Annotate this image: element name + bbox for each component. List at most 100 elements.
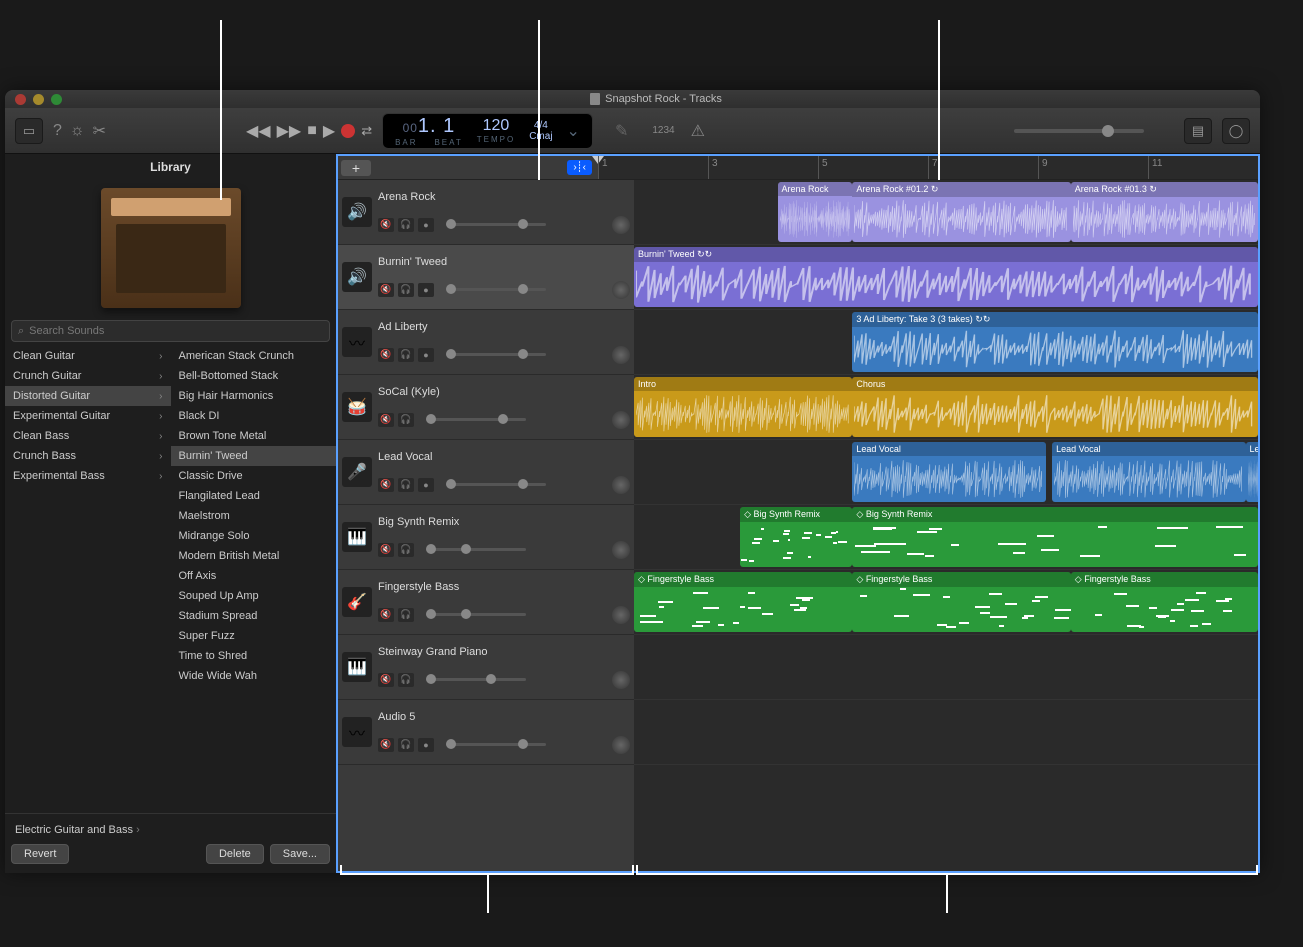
region[interactable]: Burnin' Tweed ↻↻ xyxy=(634,247,1258,307)
track-header[interactable]: 🥁 SoCal (Kyle) 🔇 🎧 .sSoCalKyle::after{le… xyxy=(338,375,634,440)
preset-item[interactable]: American Stack Crunch xyxy=(171,346,337,366)
category-item[interactable]: Crunch Guitar› xyxy=(5,366,171,386)
track-lane[interactable]: 3 Ad Liberty: Take 3 (3 takes) ↻↻ xyxy=(634,310,1258,375)
pan-knob[interactable] xyxy=(612,476,630,494)
region[interactable]: Chorus xyxy=(852,377,1258,437)
track-header[interactable]: 🎸 Fingerstyle Bass 🔇 🎧 .sFingerstyleBass… xyxy=(338,570,634,635)
preset-item[interactable]: Black DI xyxy=(171,406,337,426)
solo-button[interactable]: 🎧 xyxy=(398,413,414,427)
library-toggle-button[interactable]: ▭ xyxy=(15,118,43,144)
record-enable-button[interactable]: ● xyxy=(418,478,434,492)
close-window-icon[interactable] xyxy=(15,94,26,105)
track-volume-slider[interactable]: .sBurninTweed::after{left:72%} xyxy=(446,288,546,291)
stop-button[interactable]: ■ xyxy=(307,122,317,140)
mute-button[interactable]: 🔇 xyxy=(378,218,394,232)
mute-button[interactable]: 🔇 xyxy=(378,543,394,557)
category-item[interactable]: Clean Guitar› xyxy=(5,346,171,366)
preset-item[interactable]: Brown Tone Metal xyxy=(171,426,337,446)
forward-button[interactable]: ▶▶ xyxy=(277,121,302,141)
category-item[interactable]: Distorted Guitar› xyxy=(5,386,171,406)
lcd-display[interactable]: 001. 1BAR BEAT 120TEMPO 4/4Cmaj ⌄ xyxy=(382,113,593,149)
track-volume-slider[interactable]: .sAdLiberty::after{left:72%} xyxy=(446,353,546,356)
track-volume-slider[interactable]: .sSteinwayGrandPiano::after{left:60%} xyxy=(426,678,526,681)
mute-button[interactable]: 🔇 xyxy=(378,283,394,297)
category-item[interactable]: Experimental Bass› xyxy=(5,466,171,486)
pan-knob[interactable] xyxy=(612,671,630,689)
mute-button[interactable]: 🔇 xyxy=(378,738,394,752)
mute-button[interactable]: 🔇 xyxy=(378,413,394,427)
delete-button[interactable]: Delete xyxy=(206,844,264,864)
quick-help-icon[interactable]: ? xyxy=(53,122,62,140)
settings-icon[interactable]: ☼ xyxy=(70,122,85,140)
mute-button[interactable]: 🔇 xyxy=(378,673,394,687)
preset-item[interactable]: Off Axis xyxy=(171,566,337,586)
minimize-window-icon[interactable] xyxy=(33,94,44,105)
region[interactable]: ◇ Big Synth Remix xyxy=(852,507,1258,567)
preset-item[interactable]: Stadium Spread xyxy=(171,606,337,626)
pan-knob[interactable] xyxy=(612,281,630,299)
timeline-ruler[interactable]: 1357911 xyxy=(598,156,1258,179)
cycle-button[interactable]: ⇄ xyxy=(361,123,372,139)
metronome-icon[interactable]: ⚠ xyxy=(691,121,705,141)
preset-item[interactable]: Midrange Solo xyxy=(171,526,337,546)
tuner-icon[interactable]: ✎ xyxy=(615,121,628,141)
track-volume-slider[interactable]: .sArenaRock::after{left:72%} xyxy=(446,223,546,226)
track-volume-slider[interactable]: .sSoCalKyle::after{left:72%} xyxy=(426,418,526,421)
region[interactable]: Lead Vocal xyxy=(852,442,1045,502)
mute-button[interactable]: 🔇 xyxy=(378,478,394,492)
region[interactable]: 3 Ad Liberty: Take 3 (3 takes) ↻↻ xyxy=(852,312,1258,372)
pan-knob[interactable] xyxy=(612,411,630,429)
record-button[interactable] xyxy=(341,124,355,138)
track-header[interactable]: 🎹 Big Synth Remix 🔇 🎧 .sBigSynthRemix::a… xyxy=(338,505,634,570)
preset-item[interactable]: Bell-Bottomed Stack xyxy=(171,366,337,386)
track-volume-slider[interactable]: .sBigSynthRemix::after{left:35%} xyxy=(426,548,526,551)
preset-item[interactable]: Super Fuzz xyxy=(171,626,337,646)
region[interactable]: Arena Rock #01.2 ↻ xyxy=(852,182,1070,242)
record-enable-button[interactable]: ● xyxy=(418,348,434,362)
add-track-button[interactable]: + xyxy=(341,160,371,176)
track-header[interactable]: 〰 Audio 5 🔇 🎧 ● .sAudio5::after{left:72%… xyxy=(338,700,634,765)
solo-button[interactable]: 🎧 xyxy=(398,478,414,492)
solo-button[interactable]: 🎧 xyxy=(398,543,414,557)
preset-item[interactable]: Classic Drive xyxy=(171,466,337,486)
track-lane[interactable]: ◇ Big Synth Remix◇ Big Synth Remix xyxy=(634,505,1258,570)
track-lane[interactable] xyxy=(634,635,1258,700)
track-header[interactable]: 🎹 Steinway Grand Piano 🔇 🎧 .sSteinwayGra… xyxy=(338,635,634,700)
pan-knob[interactable] xyxy=(612,346,630,364)
search-input[interactable]: Search Sounds xyxy=(11,320,330,342)
library-path[interactable]: Electric Guitar and Bass › xyxy=(11,820,330,840)
solo-button[interactable]: 🎧 xyxy=(398,348,414,362)
mute-button[interactable]: 🔇 xyxy=(378,348,394,362)
pan-knob[interactable] xyxy=(612,541,630,559)
track-volume-slider[interactable]: .sFingerstyleBass::after{left:35%} xyxy=(426,613,526,616)
record-enable-button[interactable]: ● xyxy=(418,738,434,752)
category-item[interactable]: Clean Bass› xyxy=(5,426,171,446)
preset-item[interactable]: Burnin' Tweed xyxy=(171,446,337,466)
preset-item[interactable]: Souped Up Amp xyxy=(171,586,337,606)
region[interactable]: Arena Rock #01.3 ↻ xyxy=(1071,182,1258,242)
pan-knob[interactable] xyxy=(612,606,630,624)
preset-item[interactable]: Big Hair Harmonics xyxy=(171,386,337,406)
preset-item[interactable]: Maelstrom xyxy=(171,506,337,526)
count-in-button[interactable]: 1234 xyxy=(652,125,674,136)
track-lane[interactable]: Burnin' Tweed ↻↻ xyxy=(634,245,1258,310)
region[interactable]: ◇ Fingerstyle Bass xyxy=(852,572,1070,632)
preset-item[interactable]: Wide Wide Wah xyxy=(171,666,337,686)
track-volume-slider[interactable]: .sAudio5::after{left:72%} xyxy=(446,743,546,746)
arrange-area[interactable]: Arena RockArena Rock #01.2 ↻Arena Rock #… xyxy=(634,180,1258,871)
master-volume-slider[interactable] xyxy=(1014,129,1144,133)
rewind-button[interactable]: ◀◀ xyxy=(246,121,271,141)
save-button[interactable]: Save... xyxy=(270,844,330,864)
revert-button[interactable]: Revert xyxy=(11,844,69,864)
preset-item[interactable]: Modern British Metal xyxy=(171,546,337,566)
loop-browser-button[interactable]: ◯ xyxy=(1222,118,1250,144)
track-lane[interactable]: IntroChorus xyxy=(634,375,1258,440)
preset-item[interactable]: Flangilated Lead xyxy=(171,486,337,506)
region[interactable]: Intro xyxy=(634,377,852,437)
region[interactable]: ◇ Fingerstyle Bass xyxy=(634,572,852,632)
track-header[interactable]: 🔊 Arena Rock 🔇 🎧 ● .sArenaRock::after{le… xyxy=(338,180,634,245)
category-item[interactable]: Experimental Guitar› xyxy=(5,406,171,426)
track-lane[interactable]: ◇ Fingerstyle Bass◇ Fingerstyle Bass◇ Fi… xyxy=(634,570,1258,635)
track-lane[interactable]: Arena RockArena Rock #01.2 ↻Arena Rock #… xyxy=(634,180,1258,245)
track-header[interactable]: 🔊 Burnin' Tweed 🔇 🎧 ● .sBurninTweed::aft… xyxy=(338,245,634,310)
